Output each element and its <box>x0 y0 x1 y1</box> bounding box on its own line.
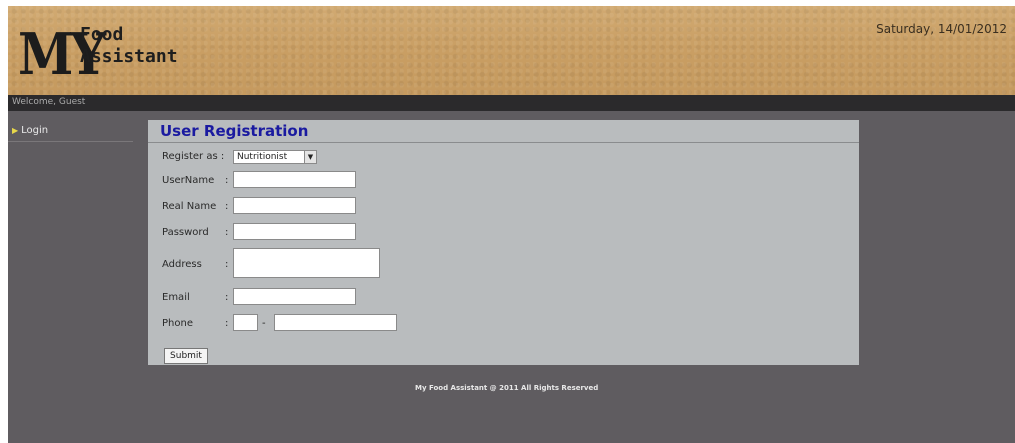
header-banner: MY Food Assistant Saturday, 14/01/2012 <box>8 6 1015 95</box>
address-label: Address <box>162 259 202 270</box>
logo-food-text: Food <box>80 24 124 45</box>
email-colon: : <box>225 292 229 303</box>
username-label: UserName <box>162 175 215 186</box>
password-input[interactable] <box>233 223 356 240</box>
phone-colon: : <box>225 318 229 329</box>
title-divider <box>148 142 859 143</box>
register-as-value: Nutritionist <box>237 152 288 162</box>
realname-input[interactable] <box>233 197 356 214</box>
username-colon: : <box>225 175 229 186</box>
page-frame: MY Food Assistant Saturday, 14/01/2012 W… <box>8 6 1015 443</box>
username-input[interactable] <box>233 171 356 188</box>
welcome-bar: Welcome, Guest <box>8 95 1015 111</box>
welcome-text: Welcome, Guest <box>12 97 86 107</box>
chevron-down-icon[interactable]: ▼ <box>304 151 316 163</box>
phone-number-input[interactable] <box>274 314 397 331</box>
registration-panel: User Registration Register as : Nutritio… <box>148 120 859 365</box>
realname-colon: : <box>225 201 229 212</box>
phone-dash: - <box>262 318 266 329</box>
sidebar-item-label: Login <box>21 125 49 136</box>
email-label: Email <box>162 292 190 303</box>
submit-button[interactable]: Submit <box>164 348 208 364</box>
sidebar-item-login[interactable]: ▶ Login <box>8 121 133 142</box>
register-as-select[interactable]: Nutritionist ▼ <box>233 150 317 164</box>
triangle-right-icon: ▶ <box>12 126 19 135</box>
logo-assistant-text: Assistant <box>80 46 178 67</box>
phone-area-input[interactable] <box>233 314 258 331</box>
register-as-label: Register as : <box>162 151 225 162</box>
email-input[interactable] <box>233 288 356 305</box>
footer-copyright: My Food Assistant @ 2011 All Rights Rese… <box>415 384 599 392</box>
address-colon: : <box>225 259 229 270</box>
phone-label: Phone <box>162 318 193 329</box>
current-date: Saturday, 14/01/2012 <box>876 22 1007 36</box>
realname-label: Real Name <box>162 201 217 212</box>
sidebar: ▶ Login <box>8 121 133 142</box>
password-colon: : <box>225 227 229 238</box>
address-textarea[interactable] <box>233 248 380 278</box>
page-title: User Registration <box>160 122 309 140</box>
password-label: Password <box>162 227 209 238</box>
